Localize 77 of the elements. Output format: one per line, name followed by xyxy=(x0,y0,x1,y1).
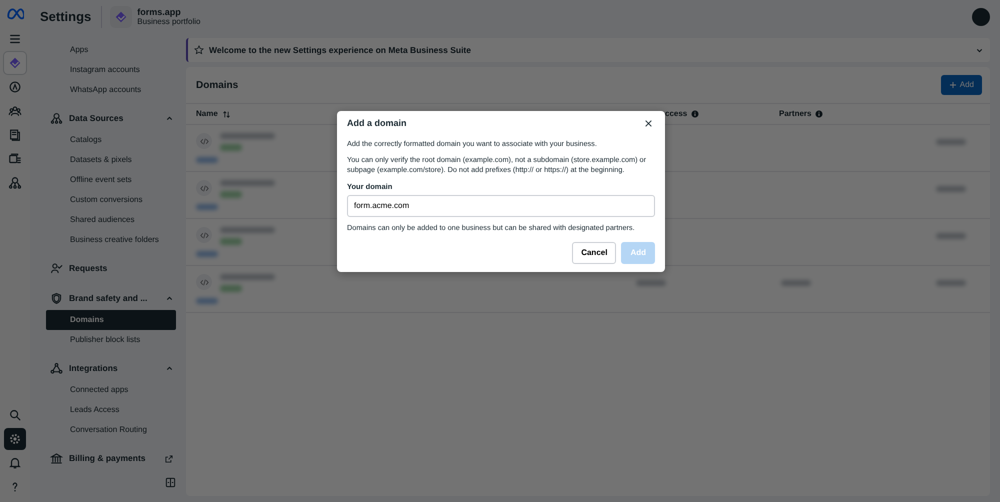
blurred-text xyxy=(636,280,666,286)
settings-icon xyxy=(8,432,22,446)
avatar[interactable] xyxy=(972,8,990,26)
blurred-text xyxy=(220,133,275,139)
sidebar-item[interactable]: WhatsApp accounts xyxy=(46,80,176,100)
sidebar-item[interactable]: Instagram accounts xyxy=(46,60,176,80)
star-icon xyxy=(194,45,204,55)
blurred-text xyxy=(220,227,275,233)
code-icon xyxy=(196,133,212,149)
blurred-tag xyxy=(220,144,242,151)
person-check-icon xyxy=(50,262,63,275)
panel-toggle-icon[interactable] xyxy=(165,477,176,488)
rail-button[interactable] xyxy=(4,428,26,450)
sidebar-section-title[interactable]: Data Sources xyxy=(69,112,124,125)
data-sources-icon xyxy=(8,176,22,190)
app-logo-icon xyxy=(114,10,128,24)
sidebar-section-title[interactable]: Integrations xyxy=(69,362,118,375)
blurred-tag xyxy=(220,238,242,245)
sidebar-item[interactable]: Offline event sets xyxy=(46,170,176,190)
sidebar-item[interactable]: Catalogs xyxy=(46,130,176,150)
add-button[interactable]: Add xyxy=(940,75,982,95)
bank-icon xyxy=(50,452,63,465)
business-type: Business portfolio xyxy=(137,18,200,26)
blurred-text xyxy=(936,233,966,239)
code-icon xyxy=(196,180,212,196)
external-link-icon[interactable] xyxy=(164,454,174,464)
compass-icon xyxy=(8,80,22,94)
sidebar-item[interactable]: Domains xyxy=(46,310,176,330)
sidebar-section-title[interactable]: Brand safety and ... xyxy=(69,292,148,305)
card-title: Domains xyxy=(196,78,238,92)
shield-icon xyxy=(50,292,63,305)
sidebar-item[interactable]: Conversation Routing xyxy=(46,420,176,440)
plus-icon xyxy=(948,81,957,89)
data-sources-icon xyxy=(50,112,63,125)
sidebar-item[interactable]: Apps xyxy=(46,40,176,60)
sidebar-section-title[interactable]: Billing & payments xyxy=(69,452,146,465)
page-title: Settings xyxy=(40,8,92,26)
blurred-tag xyxy=(220,285,242,292)
sidebar-item[interactable]: Publisher block lists xyxy=(46,330,176,350)
blurred-text xyxy=(781,280,811,286)
sidebar-item[interactable]: Custom conversions xyxy=(46,190,176,210)
column-header: ccess xyxy=(665,108,688,120)
blurred-text xyxy=(936,139,966,145)
blurred-text xyxy=(936,280,966,286)
app-logo-icon xyxy=(8,56,22,70)
blurred-text xyxy=(936,186,966,192)
bell-icon xyxy=(8,456,22,470)
cancel-button[interactable]: Cancel xyxy=(572,242,616,264)
info-icon xyxy=(691,110,700,118)
welcome-banner[interactable]: Welcome to the new Settings experience on Meta Business Suite xyxy=(186,38,990,62)
banner-text: Welcome to the new Settings experience on Meta Business Suite xyxy=(209,44,471,56)
menu-icon xyxy=(8,32,22,46)
sidebar-item[interactable]: Leads Access xyxy=(46,400,176,420)
info-icon xyxy=(815,110,824,118)
dialog-title: Add a domain xyxy=(347,117,407,130)
sidebar-item[interactable]: Connected apps xyxy=(46,380,176,400)
code-icon xyxy=(196,227,212,243)
sidebar-section-title[interactable]: Requests xyxy=(69,262,108,275)
column-header: Partners xyxy=(779,108,812,120)
network-icon xyxy=(50,362,63,375)
column-header[interactable]: Name xyxy=(196,108,218,120)
sort-icon[interactable] xyxy=(222,110,231,118)
code-icon xyxy=(196,274,212,290)
sidebar-item[interactable]: Datasets & pixels xyxy=(46,150,176,170)
rail-button[interactable] xyxy=(4,52,26,74)
business-name: forms.app xyxy=(137,8,182,18)
search-icon xyxy=(8,408,22,422)
blurred-tag xyxy=(220,191,242,198)
people-icon xyxy=(8,104,22,118)
sidebar-item[interactable]: Shared audiences xyxy=(46,210,176,230)
sidebar-item[interactable]: Business creative folders xyxy=(46,230,176,250)
blurred-text xyxy=(220,180,275,186)
pages-icon xyxy=(8,128,22,142)
ads-icon xyxy=(8,152,22,166)
blurred-text xyxy=(220,274,275,280)
close-icon xyxy=(644,119,653,128)
domain-input-field[interactable]: form.acme.com xyxy=(347,195,655,218)
